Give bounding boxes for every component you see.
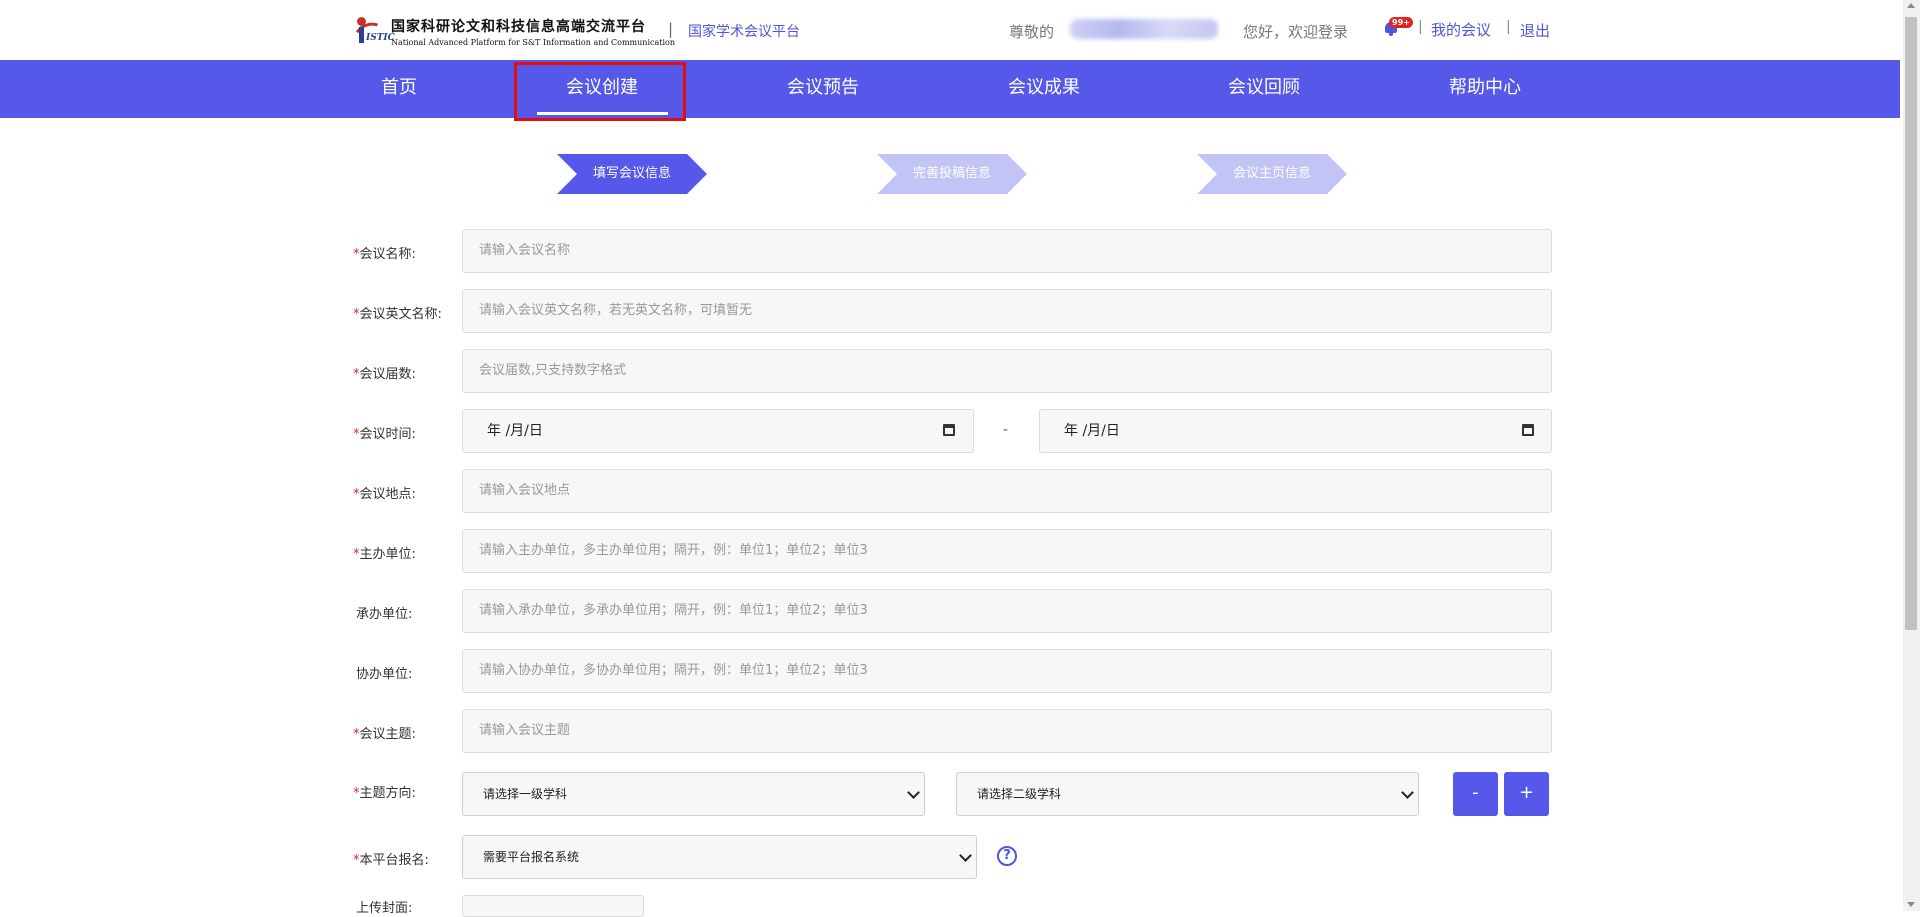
label-upload-cover: 上传封面: [356,901,413,916]
istic-logo-icon: ISTIC [350,15,395,54]
label-location: *会议地点: [353,487,416,502]
step-homepage-info[interactable]: 会议主页信息 [1197,154,1347,194]
chevron-down-icon [907,786,920,799]
label-host-unit: *主办单位: [353,547,416,562]
welcome-text: 您好，欢迎登录 [1243,23,1349,41]
co-organizer-input[interactable]: 请输入协办单位，多协办单位用；隔开，例：单位1；单位2；单位3 [462,649,1552,693]
header-divider: | [1506,19,1511,35]
remove-direction-button[interactable]: - [1453,772,1498,816]
location-input[interactable]: 请输入会议地点 [462,469,1552,513]
primary-discipline-select[interactable]: 请选择一级学科 [462,772,925,816]
my-meeting-link[interactable]: 我的会议 [1431,19,1491,40]
nav-item-home[interactable]: 首页 [381,60,417,118]
date-range-separator: - [1003,422,1009,438]
label-co-organizer: 协办单位: [356,667,413,682]
add-direction-button[interactable]: + [1504,772,1549,816]
main-nav: 首页 会议创建 会议预告 会议成果 会议回顾 帮助中心 [0,60,1900,118]
annotation-highlight-box [514,62,686,121]
label-registration: *本平台报名: [353,853,429,868]
scroll-down-arrow-icon[interactable] [1907,902,1915,907]
nav-item-help-center[interactable]: 帮助中心 [1449,60,1521,118]
session-input[interactable]: 会议届数,只支持数字格式 [462,349,1552,393]
registration-select[interactable]: 需要平台报名系统 [462,835,977,879]
upload-cover-box[interactable] [462,895,644,917]
chevron-down-icon [1401,786,1414,799]
platform-name-link[interactable]: 国家学术会议平台 [688,21,800,41]
nav-item-meeting-results[interactable]: 会议成果 [1008,60,1080,118]
logo-title-en: National Advanced Platform for S&T Infor… [391,37,675,47]
step-fill-meeting-info[interactable]: 填写会议信息 [557,154,707,194]
help-icon[interactable]: ? [997,846,1017,866]
nav-item-meeting-preview[interactable]: 会议预告 [787,60,859,118]
username-redacted [1070,19,1218,39]
label-meeting-time: *会议时间: [353,427,416,442]
start-date-input[interactable]: 年 /月/日 [462,409,974,453]
top-header: ISTIC 国家科研论文和科技信息高端交流平台 National Advance… [0,0,1900,60]
site-logo[interactable]: ISTIC 国家科研论文和科技信息高端交流平台 National Advance… [350,14,675,54]
scrollbar-thumb[interactable] [1905,17,1917,630]
meeting-name-input[interactable]: 请输入会议名称 [462,229,1552,273]
calendar-icon[interactable] [943,424,955,436]
english-name-input[interactable]: 请输入会议英文名称，若无英文名称，可填暂无 [462,289,1552,333]
host-unit-input[interactable]: 请输入主办单位，多主办单位用；隔开，例：单位1；单位2；单位3 [462,529,1552,573]
step-submission-info[interactable]: 完善投稿信息 [877,154,1027,194]
scroll-up-arrow-icon[interactable] [1907,3,1915,8]
greeting-text: 尊敬的 [1009,23,1055,41]
calendar-icon[interactable] [1522,424,1534,436]
label-theme: *会议主题: [353,727,416,742]
end-date-input[interactable]: 年 /月/日 [1039,409,1552,453]
secondary-discipline-select[interactable]: 请选择二级学科 [956,772,1419,816]
logout-link[interactable]: 退出 [1520,20,1550,41]
organizer-input[interactable]: 请输入承办单位，多承办单位用；隔开，例：单位1；单位2；单位3 [462,589,1552,633]
label-english-name: *会议英文名称: [353,307,442,322]
header-divider: | [668,20,674,38]
chevron-down-icon [959,849,972,862]
label-direction: *主题方向: [353,786,416,801]
label-meeting-name: *会议名称: [353,247,416,262]
theme-input[interactable]: 请输入会议主题 [462,709,1552,753]
label-organizer: 承办单位: [356,607,413,622]
nav-item-meeting-review[interactable]: 会议回顾 [1228,60,1300,118]
label-session: *会议届数: [353,367,416,382]
notification-badge: 99+ [1389,17,1413,28]
logo-title-cn: 国家科研论文和科技信息高端交流平台 [391,18,646,35]
header-divider: | [1418,19,1423,35]
